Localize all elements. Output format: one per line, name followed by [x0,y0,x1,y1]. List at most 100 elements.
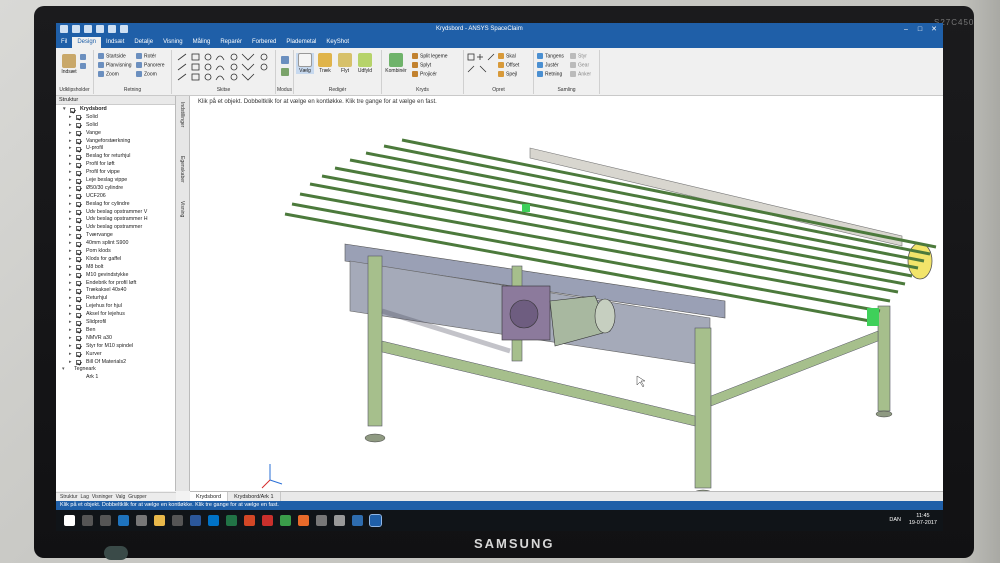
expand-icon[interactable]: ▸ [69,264,72,272]
expand-icon[interactable]: ▸ [69,295,72,303]
panel-tab-selection[interactable]: Valg [116,493,126,501]
collapse-icon[interactable]: ▾ [63,106,66,114]
leg-back-right[interactable] [877,305,891,412]
motor-end[interactable] [594,298,616,334]
cad-model[interactable] [190,96,943,491]
visibility-checkbox[interactable] [76,178,81,184]
rigid-button[interactable]: Styr [570,53,587,59]
zoom2-button[interactable]: Zoom [136,71,157,77]
sketch-tools-icon[interactable] [174,52,274,84]
visibility-checkbox[interactable] [76,131,81,137]
gearbox-flange[interactable] [509,299,539,329]
power-button[interactable] [104,546,128,560]
redo-icon[interactable] [120,25,128,33]
leg-front-right[interactable] [694,327,712,489]
explorer-icon[interactable] [154,515,165,526]
zoom-button[interactable]: Zoom [98,71,119,77]
expand-icon[interactable]: ▸ [69,359,72,367]
expand-icon[interactable]: ▸ [69,272,72,280]
visibility-checkbox[interactable] [76,273,81,279]
tree-item[interactable]: ▸ Klods for gaffel [56,256,176,264]
mail-icon[interactable] [172,515,183,526]
brace-side[interactable] [710,330,879,407]
tab-insert[interactable]: Indsæt [101,37,129,48]
rotate-button[interactable]: Rotér [136,53,156,59]
visibility-checkbox[interactable] [76,123,81,129]
app-icon-2[interactable] [316,515,327,526]
expand-icon[interactable]: ▸ [69,311,72,319]
pan-button[interactable]: Panorere [136,62,165,68]
expand-icon[interactable]: ▸ [69,351,72,359]
spaceclaim-taskbar-icon[interactable] [369,514,382,527]
mirror-button[interactable]: Spejl [498,71,517,77]
tree-item[interactable]: ▸ Kurver [56,351,176,359]
save-icon[interactable] [96,25,104,33]
minimize-button[interactable]: – [899,24,913,36]
tree-item[interactable]: ▸ Profil for løft [56,161,176,169]
undo-icon[interactable] [108,25,116,33]
expand-icon[interactable]: ▸ [69,193,72,201]
side-tab-options[interactable]: Indstillinger [179,102,185,127]
tab-display[interactable]: Visning [158,37,188,48]
expand-icon[interactable]: ▸ [69,327,72,335]
tree-item[interactable]: ▸ Endebrik for profil løft [56,280,176,288]
visibility-checkbox[interactable] [76,154,81,160]
tree-item[interactable]: ▸ Solid [56,114,176,122]
visibility-checkbox[interactable] [76,352,81,358]
orient-button[interactable]: Retning [537,71,562,77]
task-view-icon[interactable] [100,515,111,526]
tree-item[interactable]: ▸ Ø50/30 cylindre [56,185,176,193]
expand-icon[interactable]: ▸ [69,138,72,146]
visibility-checkbox[interactable] [76,194,81,200]
new-icon[interactable] [72,25,80,33]
start-icon[interactable] [64,515,75,526]
visibility-checkbox[interactable] [76,312,81,318]
move-button[interactable]: Flyt [336,53,354,74]
visibility-checkbox[interactable] [76,186,81,192]
tree-item[interactable]: ▸ Vangeforstærkning [56,138,176,146]
visibility-checkbox[interactable] [76,265,81,271]
tree-item[interactable]: ▸ Aksel for lejehus [56,311,176,319]
foot-back[interactable] [875,410,893,418]
expand-icon[interactable]: ▸ [69,209,72,217]
expand-icon[interactable]: ▸ [69,224,72,232]
visibility-checkbox[interactable] [76,170,81,176]
visibility-checkbox[interactable] [76,336,81,342]
leg-front-left[interactable] [367,255,383,427]
foot-left[interactable] [364,433,386,443]
expand-icon[interactable]: ▸ [69,216,72,224]
tree-item[interactable]: ▸ Vange [56,130,176,138]
visibility-checkbox[interactable] [76,241,81,247]
visibility-checkbox[interactable] [76,210,81,216]
edge-icon[interactable] [118,515,129,526]
expand-icon[interactable]: ▸ [69,130,72,138]
tree-item[interactable]: ▸ Lejehus for hjul [56,303,176,311]
excel-icon[interactable] [226,515,237,526]
visibility-checkbox[interactable] [76,249,81,255]
combine-button[interactable]: Kombinér [384,53,408,74]
visibility-checkbox[interactable] [76,233,81,239]
tab-measure[interactable]: Måling [188,37,216,48]
tab-keyshot[interactable]: KeyShot [321,37,354,48]
visibility-checkbox[interactable] [70,107,75,113]
language-indicator[interactable]: DAN [889,517,901,523]
expand-icon[interactable]: ▸ [69,185,72,193]
visibility-checkbox[interactable] [76,320,81,326]
expand-icon[interactable]: ▸ [69,145,72,153]
panel-tab-views[interactable]: Visninger [92,493,113,501]
visibility-checkbox[interactable] [76,139,81,145]
expand-icon[interactable]: ▸ [69,114,72,122]
panel-tab-layers[interactable]: Lag [81,493,89,501]
panel-tab-groups[interactable]: Grupper [128,493,146,501]
tree-item[interactable]: ▸ Solid [56,122,176,130]
mode-sketch-icon[interactable] [281,56,289,64]
collapse-icon[interactable]: ▾ [62,366,65,374]
paste-button[interactable]: Indsæt [60,54,78,75]
visibility-checkbox[interactable] [76,344,81,350]
tree-item[interactable]: ▸ Styr for M10 spindel [56,343,176,351]
tree-item[interactable]: ▸ UCF206 [56,193,176,201]
firefox-icon[interactable] [298,515,309,526]
project-button[interactable]: Projicér [412,71,437,77]
selected-block-2[interactable] [867,308,879,326]
tree-item[interactable]: ▸ Returhjul [56,295,176,303]
